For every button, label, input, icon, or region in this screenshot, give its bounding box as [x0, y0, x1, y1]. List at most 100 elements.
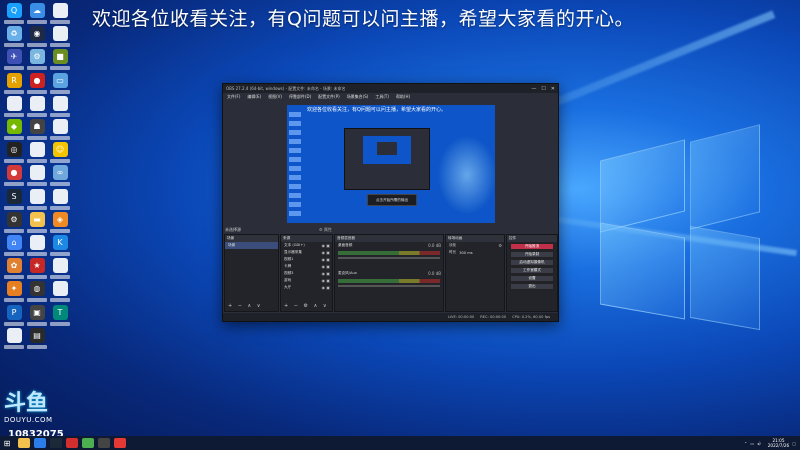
desktop-shortcut[interactable] — [3, 95, 25, 117]
menu-item[interactable]: 文件(F) — [227, 94, 240, 100]
source-item[interactable]: 游戏 ◉ ▣ — [281, 277, 332, 284]
desktop-shortcut[interactable] — [3, 327, 25, 349]
volume-slider[interactable] — [338, 285, 440, 287]
transition-duration[interactable]: 时长 300 ms — [446, 249, 504, 256]
menu-item[interactable]: 视图(V) — [268, 94, 282, 100]
scenes-toolbar[interactable]: + − ∧ ∨ — [228, 303, 262, 309]
source-item[interactable]: 大厅 ◉ ▣ — [281, 284, 332, 291]
obs-title-bar[interactable]: OBS 27.2.4 (64-bit, windows) - 配置文件: 未命名… — [223, 84, 558, 93]
properties-button[interactable]: ⚙ 属性 — [319, 227, 332, 233]
close-icon[interactable]: ✕ — [551, 86, 555, 92]
control-button[interactable]: 退出 — [510, 283, 554, 290]
menu-item[interactable]: 场景集合(S) — [347, 94, 369, 100]
desktop-shortcut[interactable] — [49, 3, 71, 24]
desktop-shortcut[interactable] — [49, 95, 71, 117]
volume-slider[interactable] — [338, 257, 440, 259]
desktop-shortcut[interactable]: ■ — [49, 49, 71, 71]
desktop-shortcut[interactable]: ★ — [26, 258, 48, 280]
scene-item[interactable]: 场景 — [225, 242, 278, 249]
minimize-icon[interactable]: — — [531, 86, 536, 92]
desktop-shortcut[interactable]: ☁ — [26, 3, 48, 24]
desktop-shortcut[interactable]: P — [3, 304, 25, 326]
windows-start-icon[interactable]: ⊞ — [0, 436, 14, 450]
desktop-shortcut[interactable] — [49, 26, 71, 48]
sources-toolbar[interactable]: + − ⚙ ∧ ∨ — [284, 303, 329, 309]
taskbar-clock[interactable]: 21:05 2022/7/26 — [768, 438, 789, 448]
visibility-icon[interactable]: ◉ ▣ — [321, 264, 332, 269]
desktop-shortcut[interactable] — [49, 281, 71, 303]
desktop-shortcut[interactable]: ▤ — [26, 327, 48, 349]
taskbar-edge-icon[interactable] — [34, 438, 46, 448]
source-item[interactable]: 显示器采集 ◉ ▣ — [281, 249, 332, 256]
visibility-icon[interactable]: ◉ ▣ — [321, 285, 332, 290]
desktop-shortcut[interactable]: K — [49, 235, 71, 256]
desktop-shortcut[interactable]: ⚙ — [26, 49, 48, 71]
menu-item[interactable]: 配置文件(P) — [318, 94, 340, 100]
control-button[interactable]: 设置 — [510, 275, 554, 282]
taskbar-steam-icon[interactable] — [50, 438, 62, 448]
desktop-shortcut[interactable] — [26, 235, 48, 256]
desktop-shortcut[interactable]: ☺ — [49, 142, 71, 164]
source-item[interactable]: 视频3 ◉ ▣ — [281, 270, 332, 277]
desktop-shortcut[interactable]: ◍ — [26, 281, 48, 303]
desktop-shortcut[interactable] — [26, 95, 48, 117]
transition-type-select[interactable]: 淡化 ⚙ — [446, 242, 504, 249]
control-button[interactable]: 启动虚拟摄像机 — [510, 259, 554, 266]
taskbar-video-icon[interactable] — [66, 438, 78, 448]
taskbar-red-icon[interactable] — [114, 438, 126, 448]
desktop-shortcut[interactable]: ▣ — [26, 304, 48, 326]
desktop-shortcut[interactable]: ● — [3, 165, 25, 187]
desktop-shortcut[interactable]: ⚙ — [3, 211, 25, 233]
desktop-shortcut[interactable]: R — [3, 72, 25, 94]
obs-preview[interactable]: 欢迎各位收看关注，有Q问题可以问主播，希望大家看的开心。 点击开始所需的输出 — [287, 105, 495, 223]
visibility-icon[interactable]: ◉ ▣ — [321, 278, 332, 283]
desktop-shortcut[interactable] — [49, 258, 71, 280]
control-button[interactable]: 开始录制 — [510, 251, 554, 258]
desktop-shortcut[interactable]: ◉ — [26, 26, 48, 48]
desktop-shortcut[interactable] — [26, 165, 48, 187]
desktop-shortcut[interactable]: ☗ — [26, 119, 48, 140]
obs-window[interactable]: OBS 27.2.4 (64-bit, windows) - 配置文件: 未命名… — [222, 83, 559, 322]
desktop-shortcut[interactable]: ▬ — [26, 211, 48, 233]
menu-item[interactable]: 帮助(H) — [396, 94, 410, 100]
menu-item[interactable]: 停靠部件(D) — [289, 94, 311, 100]
volume-icon[interactable]: ◂) — [757, 441, 761, 446]
network-icon[interactable]: ▭ — [750, 441, 754, 446]
desktop-shortcut[interactable] — [26, 188, 48, 210]
desktop-shortcut[interactable] — [49, 119, 71, 140]
desktop-shortcut[interactable]: ● — [26, 72, 48, 94]
menu-item[interactable]: 编辑(E) — [247, 94, 261, 100]
visibility-icon[interactable]: ◉ ▣ — [321, 250, 332, 255]
desktop-shortcut[interactable]: ♻ — [3, 26, 25, 48]
source-item[interactable]: 文本 (GDI+) ◉ ▣ — [281, 242, 332, 249]
desktop-shortcut[interactable] — [26, 142, 48, 164]
visibility-icon[interactable]: ◉ ▣ — [321, 257, 332, 262]
desktop-shortcut[interactable]: ◈ — [49, 211, 71, 233]
visibility-icon[interactable]: ◉ ▣ — [321, 271, 332, 276]
taskbar-explorer-icon[interactable] — [18, 438, 30, 448]
taskbar-obs-icon[interactable] — [98, 438, 110, 448]
desktop-shortcut[interactable]: T — [49, 304, 71, 326]
control-button[interactable]: 开始推流 — [510, 243, 554, 250]
desktop-shortcut[interactable]: S — [3, 188, 25, 210]
desktop-shortcut[interactable]: ✈ — [3, 49, 25, 71]
desktop-shortcut[interactable]: ◆ — [3, 119, 25, 140]
tray-up-icon[interactable]: ⌃ — [744, 441, 747, 446]
settings-icon[interactable]: ⚙ — [498, 243, 504, 248]
control-button[interactable]: 工作室模式 — [510, 267, 554, 274]
visibility-icon[interactable]: ◉ ▣ — [321, 243, 332, 248]
source-item[interactable]: 视频1 ◉ ▣ — [281, 256, 332, 263]
desktop-shortcut[interactable]: ▭ — [49, 72, 71, 94]
desktop-shortcut[interactable]: ◎ — [3, 142, 25, 164]
taskbar-app-icon[interactable] — [82, 438, 94, 448]
maximize-icon[interactable]: ☐ — [541, 86, 545, 92]
desktop-shortcut[interactable]: ✿ — [3, 258, 25, 280]
desktop-shortcut[interactable]: ∞ — [49, 165, 71, 187]
source-item[interactable]: 卡牌 ◉ ▣ — [281, 263, 332, 270]
menu-item[interactable]: 工具(T) — [375, 94, 389, 100]
desktop-shortcut[interactable]: ⌂ — [3, 235, 25, 256]
desktop-shortcut[interactable]: Q — [3, 3, 25, 24]
desktop-shortcut[interactable]: ✦ — [3, 281, 25, 303]
notification-icon[interactable]: ▢ — [792, 441, 796, 446]
desktop-shortcut[interactable] — [49, 188, 71, 210]
